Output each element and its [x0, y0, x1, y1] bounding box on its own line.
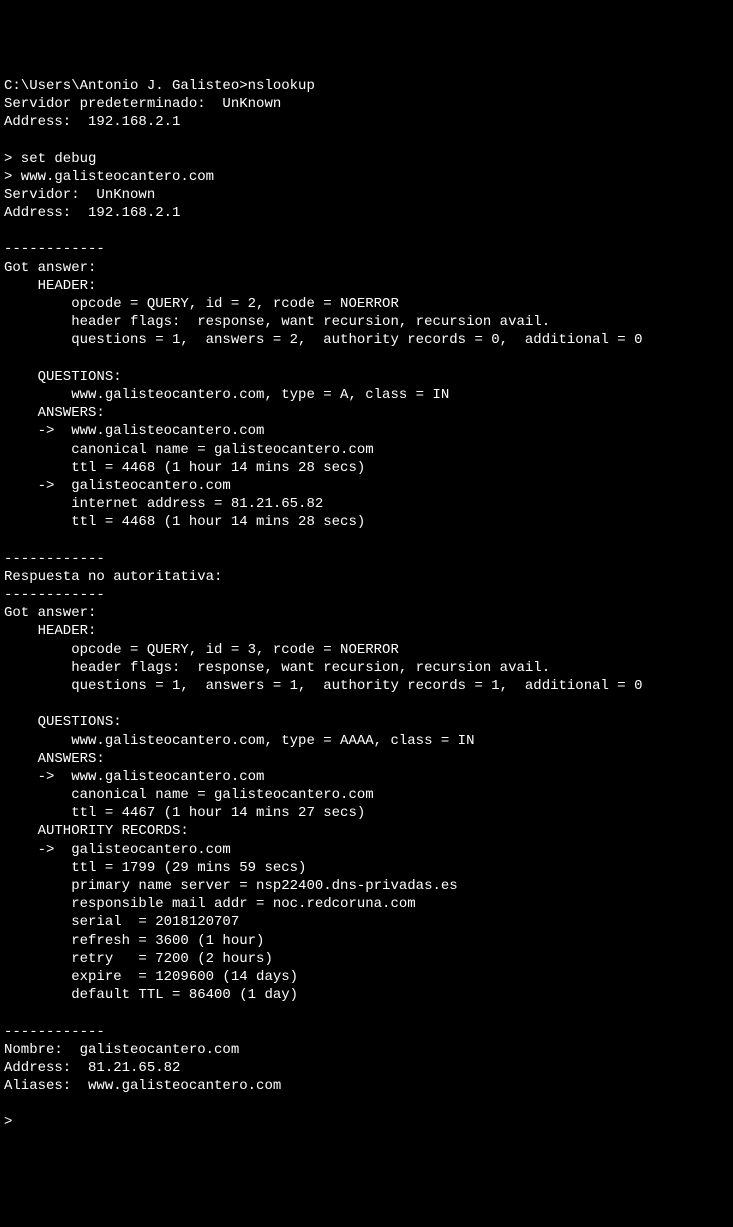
- output-line: Aliases: www.galisteocantero.com: [4, 1078, 281, 1094]
- output-line: Got answer:: [4, 605, 96, 621]
- output-line: questions = 1, answers = 1, authority re…: [4, 678, 643, 694]
- output-line: canonical name = galisteocantero.com: [4, 787, 374, 803]
- output-line: refresh = 3600 (1 hour): [4, 933, 264, 949]
- separator: ------------: [4, 1024, 105, 1040]
- output-line: -> galisteocantero.com: [4, 842, 231, 858]
- output-line: ttl = 4468 (1 hour 14 mins 28 secs): [4, 514, 365, 530]
- output-line: Nombre: galisteocantero.com: [4, 1042, 239, 1058]
- output-line: default TTL = 86400 (1 day): [4, 987, 298, 1003]
- output-line: -> www.galisteocantero.com: [4, 769, 264, 785]
- output-line: QUESTIONS:: [4, 369, 122, 385]
- output-line: opcode = QUERY, id = 2, rcode = NOERROR: [4, 296, 399, 312]
- separator: ------------: [4, 241, 105, 257]
- output-line: Address: 192.168.2.1: [4, 205, 180, 221]
- output-line: QUESTIONS:: [4, 714, 122, 730]
- output-line: primary name server = nsp22400.dns-priva…: [4, 878, 458, 894]
- output-line: www.galisteocantero.com, type = AAAA, cl…: [4, 733, 474, 749]
- output-line: ttl = 4467 (1 hour 14 mins 27 secs): [4, 805, 365, 821]
- output-line: ANSWERS:: [4, 405, 105, 421]
- output-line: Servidor predeterminado: UnKnown: [4, 96, 281, 112]
- output-line: Respuesta no autoritativa:: [4, 569, 222, 585]
- command-line: > www.galisteocantero.com: [4, 169, 214, 185]
- command-line: > set debug: [4, 151, 96, 167]
- output-line: ttl = 4468 (1 hour 14 mins 28 secs): [4, 460, 365, 476]
- terminal-output[interactable]: C:\Users\Antonio J. Galisteo>nslookup Se…: [4, 77, 729, 1132]
- separator: ------------: [4, 551, 105, 567]
- output-line: opcode = QUERY, id = 3, rcode = NOERROR: [4, 642, 399, 658]
- output-line: HEADER:: [4, 278, 96, 294]
- output-line: -> www.galisteocantero.com: [4, 423, 264, 439]
- output-line: -> galisteocantero.com: [4, 478, 231, 494]
- output-line: ANSWERS:: [4, 751, 105, 767]
- prompt-line: C:\Users\Antonio J. Galisteo>nslookup: [4, 78, 315, 94]
- output-line: Address: 192.168.2.1: [4, 114, 180, 130]
- output-line: header flags: response, want recursion, …: [4, 660, 550, 676]
- prompt-line: >: [4, 1114, 21, 1130]
- output-line: questions = 1, answers = 2, authority re…: [4, 332, 643, 348]
- output-line: ttl = 1799 (29 mins 59 secs): [4, 860, 306, 876]
- output-line: responsible mail addr = noc.redcoruna.co…: [4, 896, 416, 912]
- separator: ------------: [4, 587, 105, 603]
- output-line: www.galisteocantero.com, type = A, class…: [4, 387, 449, 403]
- output-line: AUTHORITY RECORDS:: [4, 823, 189, 839]
- output-line: canonical name = galisteocantero.com: [4, 442, 374, 458]
- output-line: expire = 1209600 (14 days): [4, 969, 298, 985]
- output-line: internet address = 81.21.65.82: [4, 496, 323, 512]
- output-line: Address: 81.21.65.82: [4, 1060, 180, 1076]
- output-line: header flags: response, want recursion, …: [4, 314, 550, 330]
- output-line: Got answer:: [4, 260, 96, 276]
- output-line: retry = 7200 (2 hours): [4, 951, 273, 967]
- output-line: serial = 2018120707: [4, 914, 239, 930]
- output-line: Servidor: UnKnown: [4, 187, 155, 203]
- output-line: HEADER:: [4, 623, 96, 639]
